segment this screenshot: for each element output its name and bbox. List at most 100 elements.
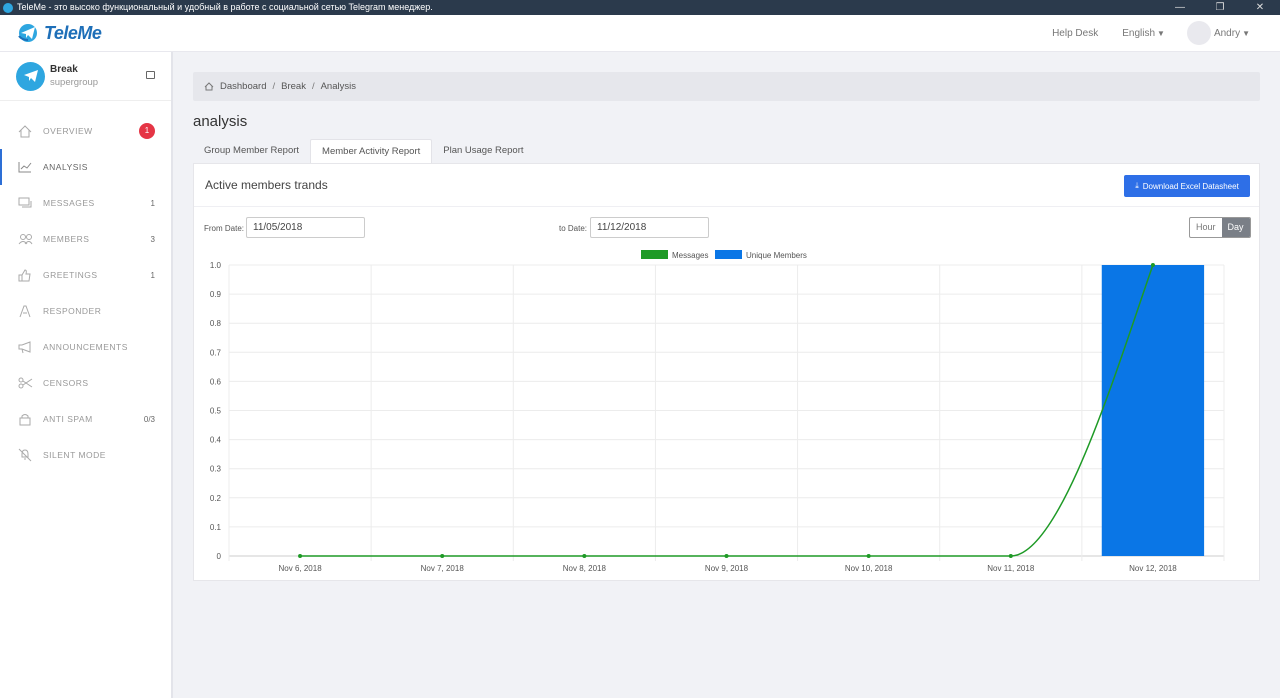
y-tick-label: 0 — [217, 552, 222, 561]
tab-member-activity-report[interactable]: Member Activity Report — [310, 139, 433, 164]
y-tick-label: 0.3 — [210, 465, 222, 474]
panel-title: Active members trands — [205, 178, 328, 192]
item-count: 1 — [150, 270, 155, 280]
x-tick-label: Nov 6, 2018 — [279, 564, 323, 573]
breadcrumb: Dashboard / Break / Analysis — [193, 72, 1260, 101]
header-nav: Help Desk English ▼ Andry ▼ — [1028, 21, 1250, 45]
telegram-icon — [16, 61, 45, 91]
y-tick-label: 1.0 — [210, 261, 222, 270]
sidebar-item-label: ANNOUNCEMENTS — [43, 342, 128, 352]
breadcrumb-group[interactable]: Break — [281, 81, 306, 92]
download-excel-button[interactable]: ⤓ Download Excel Datasheet — [1124, 175, 1250, 197]
sidebar-item-censors[interactable]: CENSORS — [0, 365, 171, 401]
y-tick-label: 0.2 — [210, 494, 222, 503]
user-avatar[interactable] — [1186, 21, 1211, 45]
language-dropdown[interactable]: English ▼ — [1122, 28, 1165, 39]
window-title-bar: TeleMe - это высоко функциональный и удо… — [0, 0, 1280, 15]
help-desk-link[interactable]: Help Desk — [1052, 28, 1098, 39]
brand-name: TeleMe — [44, 22, 102, 43]
x-tick-label: Nov 10, 2018 — [845, 564, 893, 573]
messages-icon — [17, 196, 33, 210]
x-tick-label: Nov 12, 2018 — [1129, 564, 1177, 573]
maximize-icon[interactable]: ❐ — [1205, 0, 1235, 15]
y-tick-label: 0.7 — [210, 348, 222, 357]
y-tick-label: 0.6 — [210, 377, 222, 386]
point-messages — [724, 554, 729, 558]
home-icon — [204, 82, 214, 91]
sidebar-item-label: CENSORS — [43, 378, 89, 388]
chart-icon — [17, 160, 33, 174]
page-title: analysis — [193, 113, 248, 130]
app-logo-icon — [3, 2, 13, 13]
granularity-hour-button[interactable]: Hour — [1190, 218, 1222, 237]
caret-down-icon: ▼ — [1242, 28, 1250, 38]
group-switch-icon[interactable] — [146, 71, 155, 79]
sidebar-item-overview[interactable]: OVERVIEW 1 — [0, 113, 171, 149]
breadcrumb-separator: / — [311, 81, 315, 92]
sidebar-item-label: MESSAGES — [43, 198, 95, 208]
legend-swatch-messages — [641, 250, 668, 259]
notification-badge: 1 — [139, 123, 155, 139]
language-label: English — [1122, 27, 1156, 39]
sidebar-item-label: GREETINGS — [43, 270, 98, 280]
sidebar-item-silent-mode[interactable]: SILENT MODE — [0, 437, 171, 473]
sidebar-item-messages[interactable]: MESSAGES 1 — [0, 185, 171, 221]
sidebar-item-label: ANTI SPAM — [43, 414, 93, 424]
paper-plane-icon — [23, 70, 38, 82]
window-controls: — ❐ ✕ — [1160, 0, 1280, 15]
item-count: 3 — [150, 234, 155, 244]
sidebar-item-members[interactable]: MEMBERS 3 — [0, 221, 171, 257]
download-label: Download Excel Datasheet — [1142, 181, 1239, 191]
mute-icon — [17, 448, 33, 462]
user-name: Andry — [1213, 27, 1241, 39]
report-tabs: Group Member Report Member Activity Repo… — [193, 139, 535, 164]
point-messages — [298, 554, 303, 558]
sidebar-item-label: SILENT MODE — [43, 450, 106, 460]
sidebar-item-label: RESPONDER — [43, 306, 102, 316]
sidebar-item-analysis[interactable]: ANALYSIS — [0, 149, 171, 185]
thumbs-up-icon — [17, 268, 33, 282]
tab-group-member-report[interactable]: Group Member Report — [193, 139, 310, 164]
minimize-icon[interactable]: — — [1165, 0, 1195, 15]
to-date-label: to Date: — [559, 224, 588, 233]
point-messages — [582, 554, 587, 558]
y-tick-label: 0.8 — [210, 319, 222, 328]
x-tick-label: Nov 8, 2018 — [563, 564, 607, 573]
x-tick-label: Nov 11, 2018 — [987, 564, 1035, 573]
sidebar-item-greetings[interactable]: GREETINGS 1 — [0, 257, 171, 293]
sidebar-item-announcements[interactable]: ANNOUNCEMENTS — [0, 329, 171, 365]
granularity-day-button[interactable]: Day — [1221, 218, 1250, 237]
group-type: supergroup — [50, 77, 99, 88]
y-tick-label: 0.4 — [210, 436, 222, 445]
breadcrumb-dashboard[interactable]: Dashboard — [220, 81, 266, 92]
responder-icon — [17, 304, 33, 318]
x-tick-label: Nov 9, 2018 — [705, 564, 749, 573]
brand-logo[interactable]: TeleMe — [17, 22, 102, 44]
sidebar: Break supergroup OVERVIEW 1 ANALYSIS MES… — [0, 52, 173, 698]
bar-unique-members — [1101, 265, 1205, 556]
sidebar-item-responder[interactable]: RESPONDER — [0, 293, 171, 329]
close-icon[interactable]: ✕ — [1245, 0, 1275, 15]
from-date-label: From Date: — [204, 224, 245, 233]
user-menu[interactable]: Andry ▼ — [1214, 28, 1250, 39]
group-card: Break supergroup — [0, 52, 171, 101]
point-messages — [440, 554, 445, 558]
home-icon — [17, 124, 33, 138]
from-date-input[interactable] — [246, 217, 365, 238]
panel-header: Active members trands ⤓ Download Excel D… — [194, 164, 1259, 207]
point-messages — [866, 554, 871, 558]
x-tick-label: Nov 7, 2018 — [421, 564, 465, 573]
report-panel: Active members trands ⤓ Download Excel D… — [193, 163, 1260, 581]
to-date-input[interactable] — [590, 217, 709, 238]
tab-plan-usage-report[interactable]: Plan Usage Report — [432, 139, 534, 164]
group-name: Break — [50, 64, 78, 75]
item-count: 0/3 — [143, 414, 155, 424]
teleme-logo-icon — [18, 24, 37, 42]
legend-swatch-unique-members — [715, 250, 742, 259]
sidebar-item-label: ANALYSIS — [43, 162, 88, 172]
point-messages — [1150, 263, 1155, 267]
legend-label-messages: Messages — [672, 251, 708, 260]
sidebar-item-anti-spam[interactable]: ANTI SPAM 0/3 — [0, 401, 171, 437]
top-header: TeleMe Help Desk English ▼ Andry ▼ — [0, 15, 1280, 52]
caret-down-icon: ▼ — [1157, 28, 1165, 38]
